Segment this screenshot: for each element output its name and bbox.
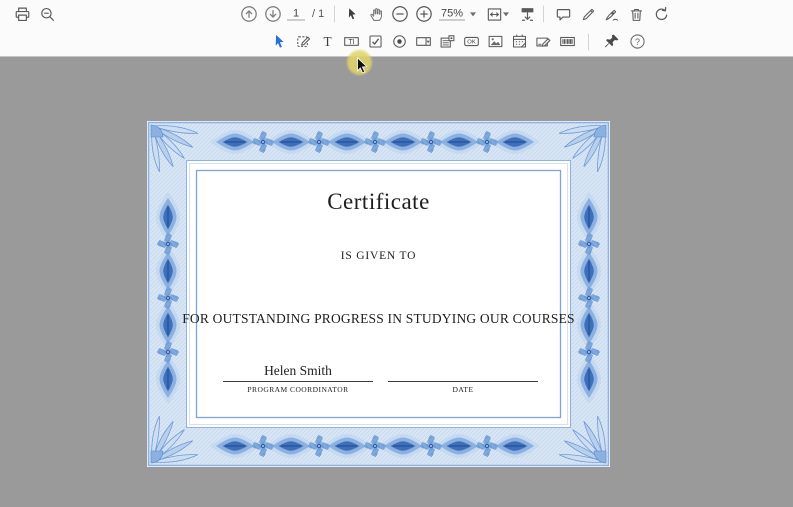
page-count-label: / 1 bbox=[312, 8, 324, 20]
add-text-icon: T bbox=[319, 33, 336, 50]
date-label: DATE bbox=[388, 385, 538, 394]
signature-line bbox=[223, 381, 373, 382]
list-box-field-button[interactable] bbox=[436, 31, 458, 53]
certificate-page[interactable]: Certificate IS GIVEN TO FOR OUTSTANDING … bbox=[147, 121, 610, 467]
form-toolbar-row: T TI bbox=[0, 28, 793, 55]
document-canvas[interactable]: Certificate IS GIVEN TO FOR OUTSTANDING … bbox=[0, 57, 793, 507]
signature-field-button[interactable] bbox=[532, 31, 554, 53]
combo-box-field-button[interactable] bbox=[412, 31, 434, 53]
barcode-field-icon bbox=[559, 33, 576, 50]
page-down-button[interactable] bbox=[262, 3, 284, 25]
checkbox-field-button[interactable] bbox=[364, 31, 386, 53]
select-tool-icon bbox=[271, 33, 288, 50]
text-field-icon: TI bbox=[343, 33, 360, 50]
trash-button[interactable] bbox=[625, 3, 647, 25]
print-icon bbox=[14, 6, 31, 23]
toolbar-separator bbox=[543, 6, 544, 23]
signer-role-label: PROGRAM COORDINATOR bbox=[223, 385, 373, 394]
radio-button-field-icon bbox=[391, 33, 408, 50]
zoom-in-icon bbox=[415, 5, 433, 23]
help-icon: ? bbox=[629, 33, 646, 50]
zoom-in-button[interactable] bbox=[413, 3, 435, 25]
rotate-icon bbox=[653, 6, 670, 23]
barcode-field-button[interactable] bbox=[556, 31, 578, 53]
certificate-border-ornament bbox=[147, 121, 610, 467]
checkbox-field-icon bbox=[367, 33, 384, 50]
form-select-tool-button[interactable] bbox=[268, 31, 290, 53]
fit-page-caret-icon[interactable] bbox=[503, 12, 509, 16]
comment-icon bbox=[555, 6, 572, 23]
push-button-field-button[interactable]: OK bbox=[460, 31, 482, 53]
signature-block-date: DATE bbox=[388, 362, 538, 394]
image-field-icon bbox=[487, 33, 504, 50]
page-up-button[interactable] bbox=[238, 3, 260, 25]
zoom-out-button[interactable] bbox=[389, 3, 411, 25]
radio-button-field-button[interactable] bbox=[388, 31, 410, 53]
add-text-button[interactable]: T bbox=[316, 31, 338, 53]
comment-button[interactable] bbox=[552, 3, 574, 25]
zoom-level-select[interactable]: 75% bbox=[439, 8, 465, 21]
toolbar-separator bbox=[334, 6, 335, 23]
select-tool-icon bbox=[344, 6, 360, 22]
select-tool-button[interactable] bbox=[341, 3, 363, 25]
scroll-mode-button[interactable] bbox=[516, 3, 538, 25]
rotate-button[interactable] bbox=[650, 3, 672, 25]
pencil-button[interactable] bbox=[577, 3, 599, 25]
app-window: { "toolbar_main": { "page_current": "1",… bbox=[0, 0, 793, 507]
search-icon bbox=[39, 6, 56, 23]
hand-tool-button[interactable] bbox=[365, 3, 387, 25]
scroll-mode-icon bbox=[519, 6, 536, 23]
toolbar-separator bbox=[588, 33, 589, 50]
certificate-given-to-label: IS GIVEN TO bbox=[147, 250, 610, 262]
help-button[interactable]: ? bbox=[626, 31, 648, 53]
fit-page-icon bbox=[486, 6, 503, 23]
search-button[interactable] bbox=[36, 3, 58, 25]
svg-text:?: ? bbox=[634, 37, 639, 47]
edit-fields-button[interactable] bbox=[292, 31, 314, 53]
toolbar: 1 / 1 75% bbox=[0, 0, 793, 57]
signature-block-coordinator: Helen Smith PROGRAM COORDINATOR bbox=[223, 362, 373, 394]
mouse-cursor-icon bbox=[356, 57, 370, 73]
svg-text:OK: OK bbox=[467, 40, 476, 46]
pencil-icon bbox=[580, 6, 597, 23]
svg-text:TI: TI bbox=[348, 39, 354, 46]
combo-box-field-icon bbox=[415, 33, 432, 50]
certificate-title: Certificate bbox=[147, 189, 610, 215]
page-number-input[interactable]: 1 bbox=[287, 8, 305, 21]
date-value-empty bbox=[388, 362, 538, 380]
trash-icon bbox=[628, 6, 645, 23]
fit-page-button[interactable] bbox=[483, 3, 505, 25]
push-button-field-icon: OK bbox=[463, 33, 480, 50]
date-field-icon bbox=[511, 33, 528, 50]
svg-text:T: T bbox=[323, 34, 331, 49]
date-line bbox=[388, 381, 538, 382]
image-field-button[interactable] bbox=[484, 31, 506, 53]
pin-icon bbox=[603, 33, 620, 50]
edit-fields-icon bbox=[295, 33, 312, 50]
hand-tool-icon bbox=[368, 6, 385, 23]
print-button[interactable] bbox=[11, 3, 33, 25]
zoom-caret-icon[interactable] bbox=[470, 12, 476, 16]
zoom-out-icon bbox=[391, 5, 409, 23]
date-field-button[interactable] bbox=[508, 31, 530, 53]
certificate-body-text: FOR OUTSTANDING PROGRESS IN STUDYING OUR… bbox=[147, 311, 610, 327]
sign-button[interactable] bbox=[600, 3, 622, 25]
page-up-icon bbox=[240, 5, 258, 23]
pin-toolbar-button[interactable] bbox=[600, 31, 622, 53]
list-box-field-icon bbox=[439, 33, 456, 50]
sign-icon bbox=[603, 6, 620, 23]
signer-name: Helen Smith bbox=[223, 362, 373, 380]
main-toolbar-row: 1 / 1 75% bbox=[0, 0, 793, 28]
page-down-icon bbox=[264, 5, 282, 23]
signature-field-icon bbox=[535, 33, 552, 50]
